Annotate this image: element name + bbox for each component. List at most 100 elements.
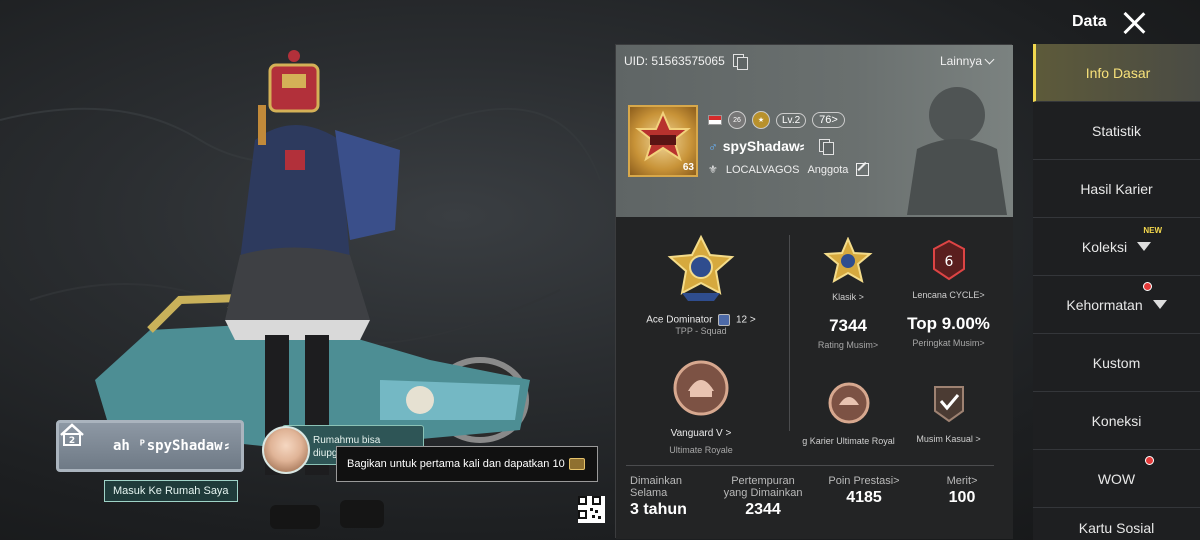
clan-role: Anggota bbox=[807, 163, 849, 176]
play-time-stat: Dimainkan Selama 3 tahun bbox=[630, 475, 700, 519]
player-avatar[interactable]: 63 bbox=[628, 105, 698, 177]
season-top-value: Top 9.00% bbox=[907, 314, 990, 333]
conqueror-badge-icon[interactable]: ★ bbox=[752, 111, 770, 129]
lobby-scene: 2 ah ᴾspyShadaw⸗ Masuk Ke Rumah Saya Rum… bbox=[0, 0, 1200, 540]
menu-item-label: Kehormatan bbox=[1066, 296, 1143, 313]
notification-dot bbox=[1145, 456, 1154, 465]
more-label: Lainnya bbox=[939, 54, 982, 68]
level-badge: Lv.2 bbox=[776, 112, 807, 128]
casual-label: Musim Kasual > bbox=[916, 434, 981, 444]
achievement-points-stat[interactable]: Poin Prestasi> 4185 bbox=[822, 475, 906, 507]
tpp-rank-title: Ace Dominator 12 > bbox=[646, 314, 756, 326]
career-ultimate-card[interactable]: g Karier Ultimate Royal bbox=[796, 379, 901, 446]
star-shield-icon bbox=[718, 314, 731, 326]
qr-code-icon[interactable] bbox=[578, 496, 605, 523]
plaque-owner-name: ah ᴾspyShadaw⸗ bbox=[113, 437, 231, 454]
menu-item-koneksi[interactable]: Koneksi bbox=[1033, 392, 1200, 450]
menu-item-label: Statistik bbox=[1091, 122, 1141, 139]
notification-dot bbox=[1143, 282, 1152, 291]
divider bbox=[789, 235, 790, 431]
matches-played-stat: Pertempuran yang Dimainkan 2344 bbox=[720, 475, 806, 519]
triangle-down-icon bbox=[1152, 300, 1167, 309]
menu-item-label: Koleksi bbox=[1081, 238, 1128, 255]
menu-item-label: Info Dasar bbox=[1085, 64, 1151, 81]
copy-uid-icon[interactable] bbox=[732, 54, 748, 70]
share-text: Bagikan untuk pertama kali dan dapatkan … bbox=[347, 458, 565, 470]
enter-home-button[interactable]: Masuk Ke Rumah Saya bbox=[104, 480, 238, 502]
menu-title: Data bbox=[1072, 13, 1107, 30]
plaque-board[interactable]: 2 ah ᴾspyShadaw⸗ bbox=[56, 420, 244, 472]
popularity-button[interactable]: 76> bbox=[812, 112, 845, 128]
badges-row: 26 ★ Lv.2 76> bbox=[708, 111, 845, 129]
assistant-avatar[interactable] bbox=[262, 426, 310, 474]
casual-season-card[interactable]: Musim Kasual > bbox=[906, 381, 991, 444]
cycle-badge-icon: 6 bbox=[932, 239, 965, 281]
uid-text: UID: 51563575065 bbox=[624, 54, 725, 68]
player-name-row: ♂ spyShadaw⸗ bbox=[708, 138, 835, 155]
ultimate-rank-title: Vanguard V > bbox=[670, 428, 732, 439]
play-time-title: Dimainkan Selama bbox=[630, 475, 682, 499]
vanguard-badge-icon bbox=[673, 360, 729, 416]
merit-value: 100 bbox=[948, 489, 976, 506]
clan-name[interactable]: LOCALVAGOS bbox=[726, 164, 800, 176]
menu-item-statistik[interactable]: Statistik bbox=[1033, 102, 1200, 160]
season-stats: Ace Dominator 12 > TPP - Squad Vanguard … bbox=[616, 217, 1013, 539]
triangle-down-icon bbox=[1137, 242, 1152, 251]
matches-played-title: Pertempuran yang Dimainkan bbox=[723, 475, 803, 499]
indonesia-flag-icon bbox=[708, 115, 722, 125]
menu-item-kartu-sosial[interactable]: Kartu Sosial bbox=[1033, 508, 1200, 540]
menu-item-hasil-karier[interactable]: Hasil Karier bbox=[1033, 160, 1200, 218]
clan-row: ⚜ LOCALVAGOS Anggota bbox=[708, 163, 870, 176]
menu-item-label: Kartu Sosial bbox=[1078, 519, 1155, 536]
rating-value: 7344 bbox=[829, 316, 867, 335]
achievement-points-value: 4185 bbox=[846, 489, 882, 506]
menu-item-info-dasar[interactable]: Info Dasar bbox=[1033, 44, 1200, 102]
home-level: 2 bbox=[69, 436, 75, 446]
profile-header: UID: 51563575065 Lainnya 63 26 ★ Lv.2 76… bbox=[616, 45, 1013, 217]
share-reward-button[interactable]: Bagikan untuk pertama kali dan dapatkan … bbox=[336, 446, 598, 482]
edit-icon[interactable] bbox=[856, 163, 870, 176]
menu-item-label: Kustom bbox=[1092, 354, 1141, 371]
tpp-stars: 12 bbox=[735, 314, 748, 326]
clan-icon: ⚜ bbox=[708, 164, 718, 176]
tpp-rank-card[interactable]: Ace Dominator 12 > TPP - Squad bbox=[636, 233, 766, 336]
house-icon: 2 bbox=[60, 423, 103, 459]
player-name: spyShadaw⸗ bbox=[722, 138, 805, 154]
merit-title: Merit> bbox=[946, 475, 978, 487]
chevron-down-icon bbox=[984, 54, 995, 65]
divider bbox=[626, 465, 994, 466]
close-icon[interactable] bbox=[1122, 11, 1146, 35]
menu-item-label: WOW bbox=[1097, 470, 1136, 487]
ace-dominator-badge-icon bbox=[667, 234, 735, 301]
menu-item-kehormatan[interactable]: Kehormatan bbox=[1033, 276, 1200, 334]
menu-item-wow[interactable]: WOW bbox=[1033, 450, 1200, 508]
coupon-icon bbox=[568, 458, 585, 470]
menu-item-label: Hasil Karier bbox=[1080, 180, 1153, 197]
matches-played-value: 2344 bbox=[745, 501, 781, 518]
male-gender-icon: ♂ bbox=[708, 138, 718, 154]
classic-badge-icon bbox=[823, 236, 873, 284]
tier-badge[interactable]: 26 bbox=[728, 111, 746, 129]
ultimate-rank-card[interactable]: Vanguard V > Ultimate Royale bbox=[636, 357, 766, 455]
career-ultimate-label: g Karier Ultimate Royal bbox=[802, 436, 895, 446]
classic-label: Klasik > bbox=[832, 292, 864, 302]
cycle-badge-card[interactable]: 6 Lencana CYCLE> Top 9.00% Peringkat Mus… bbox=[901, 239, 996, 348]
menu-item-kustom[interactable]: Kustom bbox=[1033, 334, 1200, 392]
cycle-label: Lencana CYCLE> bbox=[912, 290, 985, 300]
merit-stat[interactable]: Merit> 100 bbox=[930, 475, 994, 507]
svg-text:6: 6 bbox=[944, 254, 953, 270]
home-plaque[interactable]: 2 ah ᴾspyShadaw⸗ Masuk Ke Rumah Saya bbox=[56, 420, 244, 502]
classic-badge-card[interactable]: Klasik > 7344 Rating Musim> bbox=[798, 236, 898, 350]
season-top-label: Peringkat Musim> bbox=[912, 338, 985, 348]
casual-season-badge-icon bbox=[933, 386, 964, 423]
profile-data-panel: UID: 51563575065 Lainnya 63 26 ★ Lv.2 76… bbox=[615, 44, 1013, 539]
rating-label: Rating Musim> bbox=[817, 340, 879, 350]
more-dropdown[interactable]: Lainnya bbox=[939, 54, 995, 68]
achievement-points-title: Poin Prestasi> bbox=[828, 475, 900, 487]
copy-name-icon[interactable] bbox=[819, 139, 835, 155]
avatar-level: 63 bbox=[682, 162, 694, 173]
new-badge: NEW bbox=[1143, 226, 1162, 235]
uid-row: UID: 51563575065 bbox=[624, 54, 748, 70]
tpp-mode: TPP - Squad bbox=[675, 326, 727, 336]
menu-item-koleksi[interactable]: Koleksi NEW bbox=[1033, 218, 1200, 276]
